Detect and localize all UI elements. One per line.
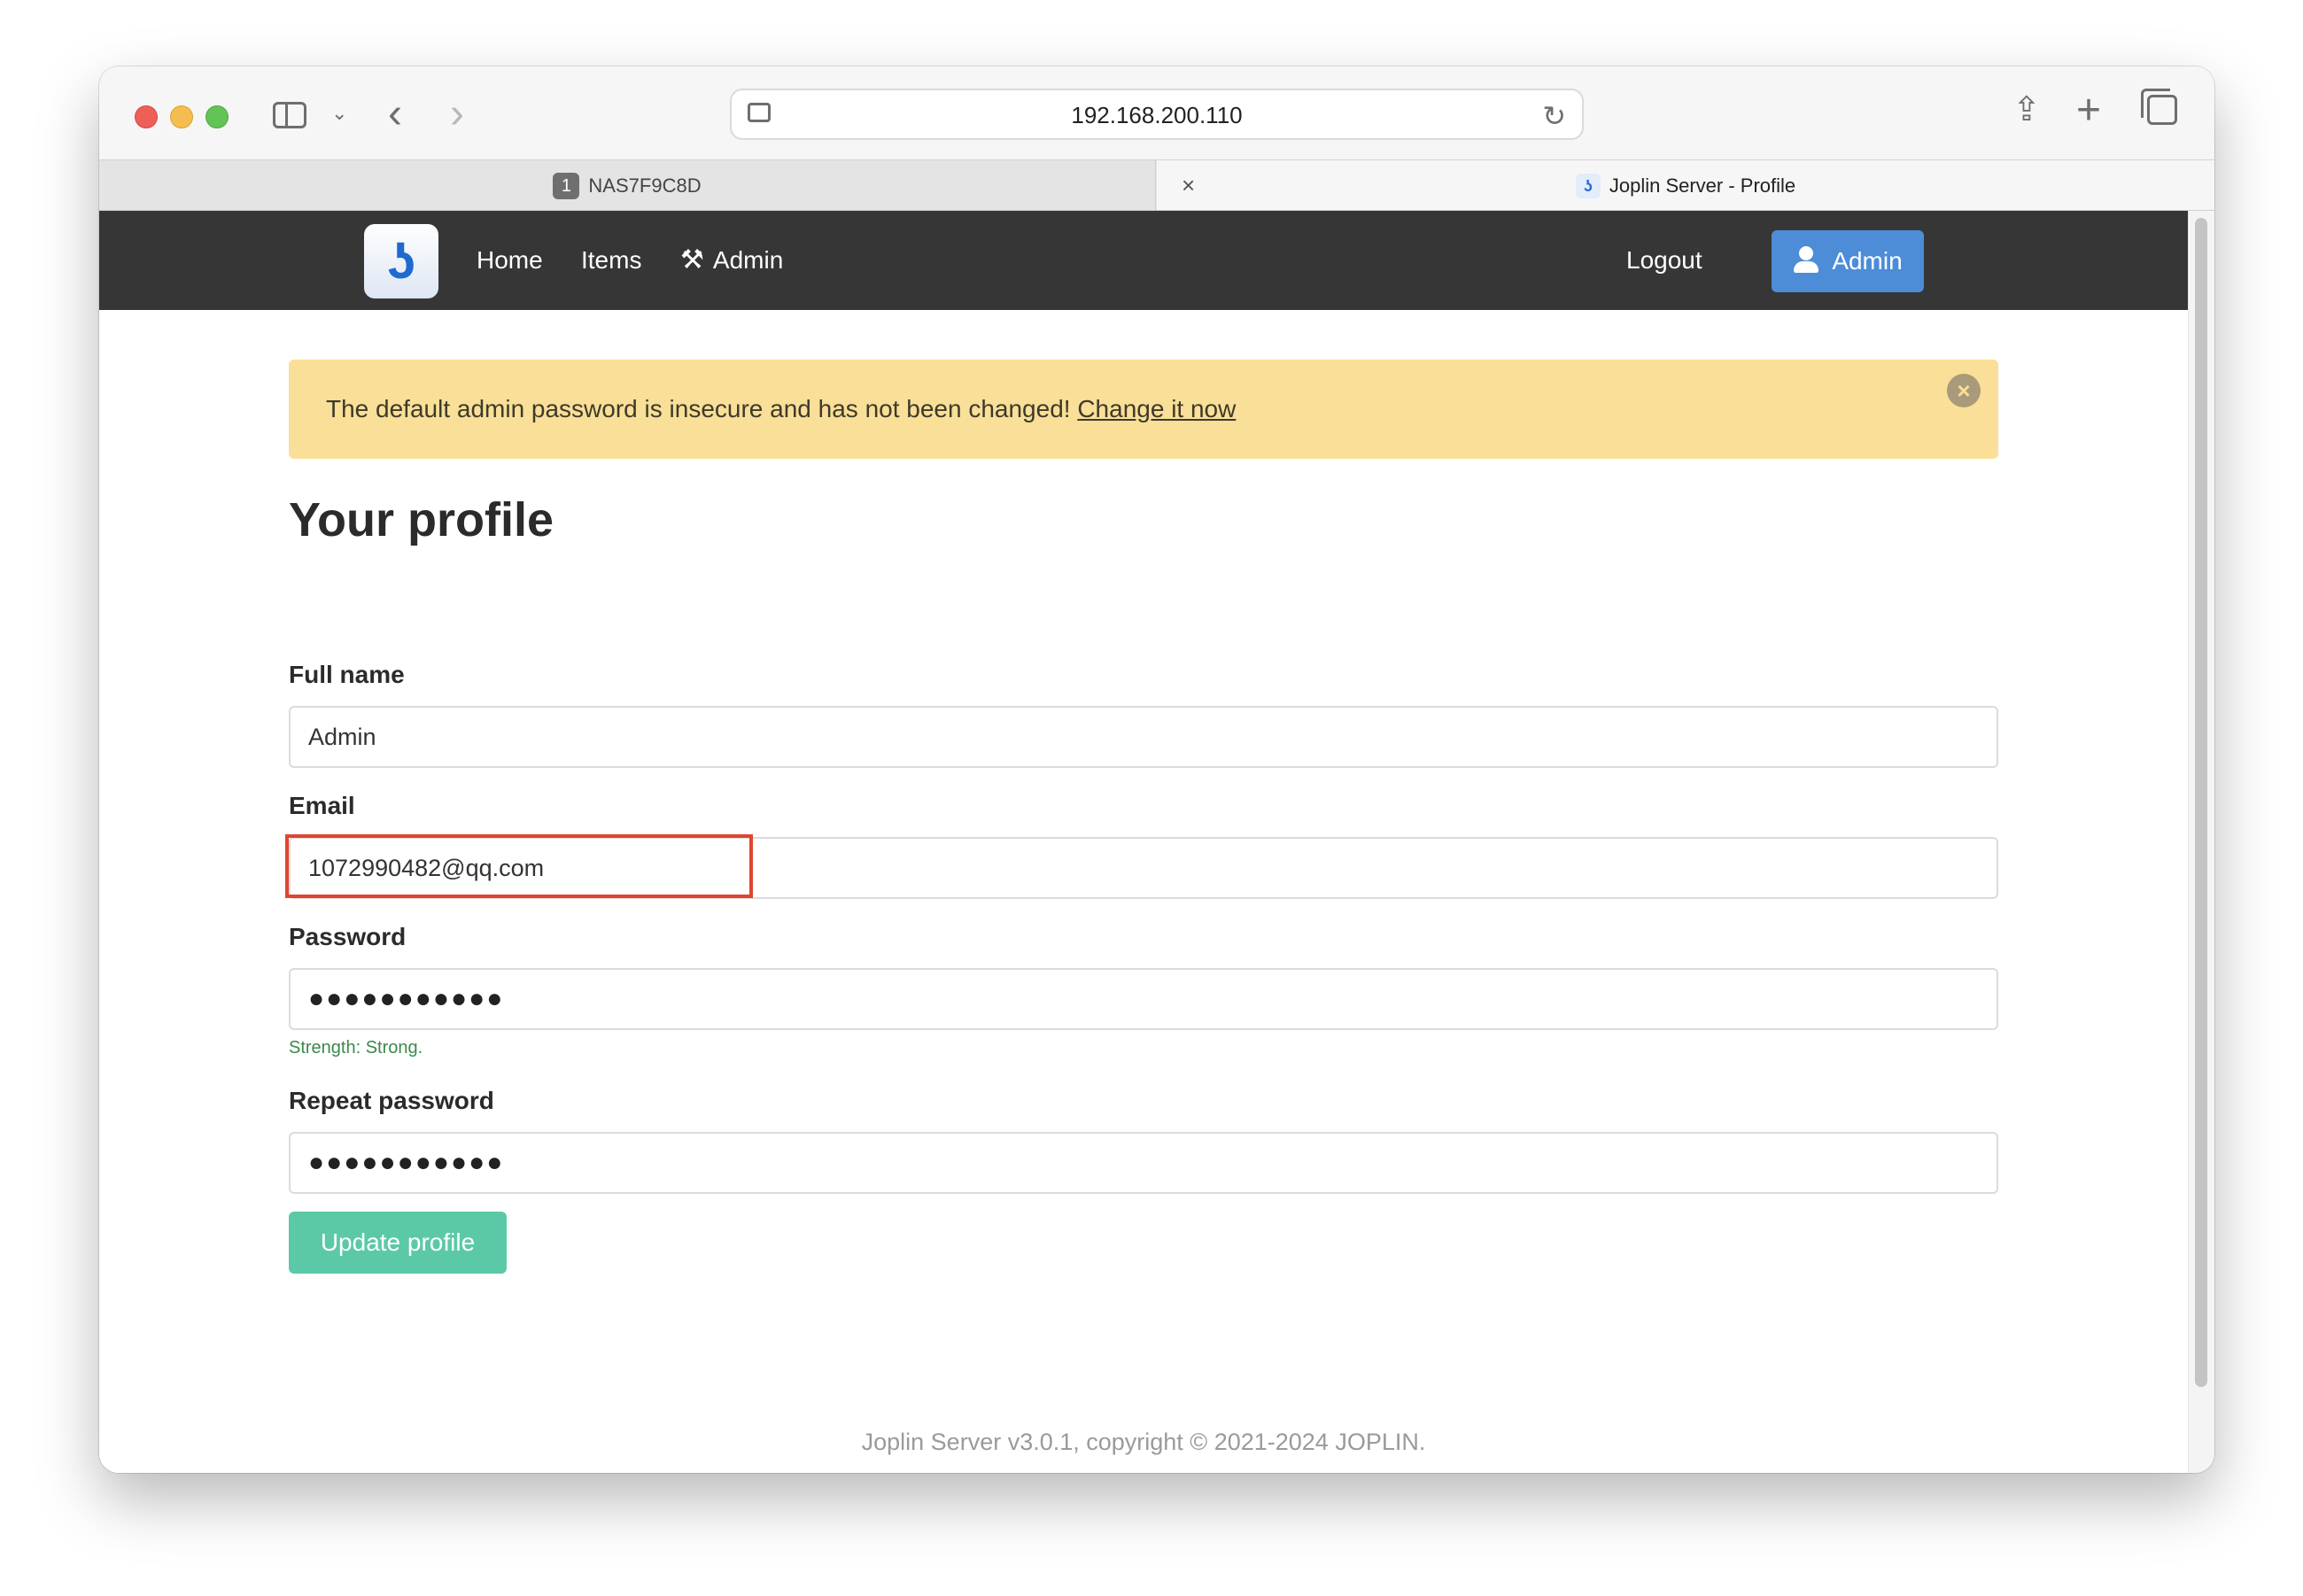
repeat-password-field[interactable]: ●●●●●●●●●●● <box>289 1132 1998 1194</box>
new-tab-icon[interactable]: + <box>2076 86 2101 135</box>
close-tab-icon[interactable]: × <box>1182 160 1195 210</box>
insecure-password-notice: The default admin password is insecure a… <box>289 360 1998 459</box>
tab-overview-icon[interactable] <box>2141 89 2177 125</box>
minimize-window-button[interactable] <box>170 105 193 128</box>
nav-admin-link[interactable]: ⚒ Admin <box>680 211 783 310</box>
browser-window: ⌄ ‹ › 192.168.200.110 ↻ ⇪ + 1 NAS7F9C8D ×… <box>99 66 2214 1473</box>
notice-text: The default admin password is insecure a… <box>326 360 1236 459</box>
full-name-label: Full name <box>289 661 405 688</box>
close-icon[interactable]: × <box>1947 374 1981 407</box>
logout-link[interactable]: Logout <box>1626 211 1702 310</box>
update-profile-button[interactable]: Update profile <box>289 1212 507 1274</box>
joplin-logo-icon[interactable]: ʖ <box>364 224 438 298</box>
scrollbar-thumb[interactable] <box>2195 218 2207 1387</box>
nav-admin-label: Admin <box>712 246 784 274</box>
close-window-button[interactable] <box>135 105 158 128</box>
full-name-field[interactable]: Admin <box>289 706 1998 768</box>
back-icon[interactable]: ‹ <box>388 89 402 138</box>
hammer-icon: ⚒ <box>680 245 704 275</box>
nav-home-link[interactable]: Home <box>477 211 543 310</box>
user-account-label: Admin <box>1832 247 1903 275</box>
tab-label: Joplin Server - Profile <box>1609 174 1796 198</box>
forward-icon[interactable]: › <box>450 89 464 138</box>
repeat-password-label: Repeat password <box>289 1087 494 1114</box>
nav-items-link[interactable]: Items <box>581 211 641 310</box>
tab-strip: 1 NAS7F9C8D × ʖ Joplin Server - Profile <box>99 159 2214 211</box>
user-account-button[interactable]: Admin <box>1772 230 1924 292</box>
page-title: Your profile <box>289 493 554 546</box>
email-label: Email <box>289 792 355 819</box>
reload-icon[interactable]: ↻ <box>1542 99 1566 133</box>
change-password-link[interactable]: Change it now <box>1077 395 1236 422</box>
address-bar[interactable]: 192.168.200.110 ↻ <box>730 89 1584 140</box>
password-field[interactable]: ●●●●●●●●●●● <box>289 968 1998 1030</box>
chevron-down-icon[interactable]: ⌄ <box>331 102 347 125</box>
navbar: ʖ Home Items ⚒ Admin Logout Admin <box>99 211 2188 310</box>
tab-nas[interactable]: 1 NAS7F9C8D <box>99 160 1156 210</box>
footer-copyright: Joplin Server v3.0.1, copyright © 2021-2… <box>861 1429 1426 1455</box>
browser-toolbar: ⌄ ‹ › 192.168.200.110 ↻ ⇪ + <box>99 66 2214 159</box>
page-content: ʖ Home Items ⚒ Admin Logout Admin The def… <box>99 211 2214 1473</box>
address-text[interactable]: 192.168.200.110 <box>732 90 1582 140</box>
joplin-icon: ʖ <box>1575 174 1601 199</box>
tab-label: NAS7F9C8D <box>588 174 702 198</box>
password-strength: Strength: Strong. <box>289 1038 423 1058</box>
password-label: Password <box>289 923 407 950</box>
scrollbar[interactable] <box>2188 211 2214 1473</box>
email-highlight-box <box>285 834 753 898</box>
zoom-window-button[interactable] <box>205 105 229 128</box>
user-icon <box>1793 246 1819 273</box>
tab-joplin-profile[interactable]: × ʖ Joplin Server - Profile <box>1157 160 2214 210</box>
share-icon[interactable]: ⇪ <box>2012 89 2041 129</box>
tab-number-badge: 1 <box>553 173 580 200</box>
sidebar-icon[interactable] <box>273 102 306 128</box>
notice-message: The default admin password is insecure a… <box>326 395 1078 422</box>
